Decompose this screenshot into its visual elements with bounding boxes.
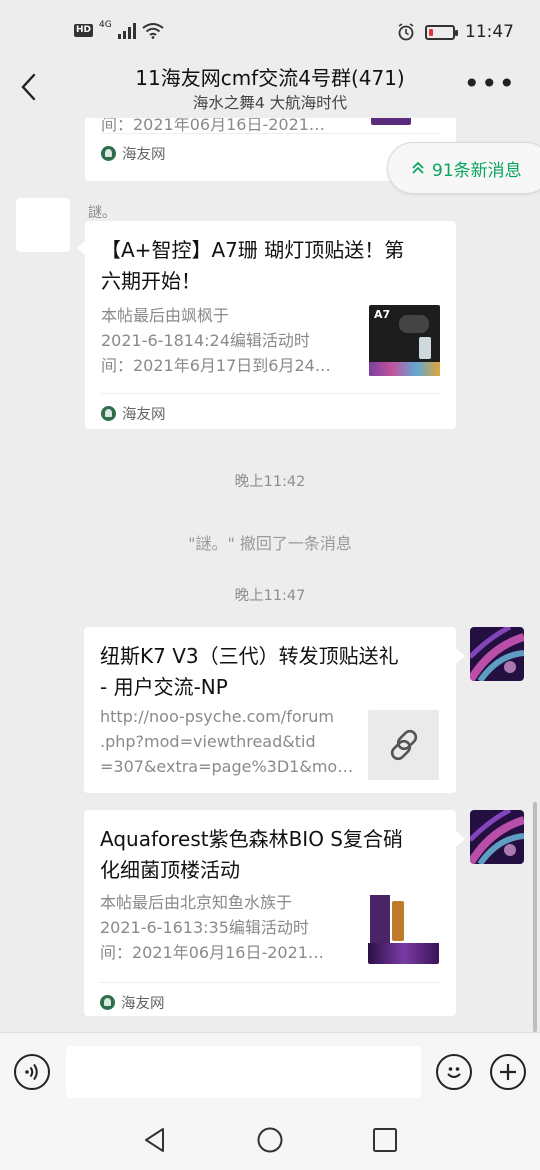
sender-name: 謎。: [88, 205, 116, 221]
card-thumbnail: [368, 893, 439, 964]
chat-subtitle: 海水之舞4 大航海时代: [192, 94, 348, 112]
status-time: 11:47: [465, 22, 514, 42]
haiyou-logo-icon: [101, 146, 116, 161]
card-source: 海友网: [100, 982, 440, 1013]
new-messages-button[interactable]: 91条新消息: [387, 142, 540, 194]
card-title-line2: - 用户交流-NP: [100, 675, 228, 699]
card-desc-line2: 2021-6-1814:24编辑活动时: [101, 331, 310, 350]
card-thumbnail: A7: [369, 305, 440, 376]
avatar-image: [470, 810, 524, 864]
message-card-np[interactable]: 纽斯K7 V3（三代）转发顶贴送礼 - 用户交流-NP http://noo-p…: [84, 627, 456, 793]
link-icon: [390, 729, 417, 761]
card-desc-line3: 间：2021年6月17日到6月24…: [101, 356, 331, 375]
thumb-device: [399, 315, 429, 333]
system-nav-bar: [0, 1110, 540, 1170]
nav-back-icon[interactable]: [141, 1126, 169, 1154]
card-desc-line2: .php?mod=viewthread&tid: [100, 732, 316, 751]
chat-header: 11海友网cmf交流4号群(471) 海水之舞4 大航海时代 •••: [0, 62, 540, 118]
voice-button[interactable]: [14, 1054, 50, 1090]
card-source-label: 海友网: [121, 996, 165, 1012]
voice-icon: [25, 1063, 38, 1081]
message-card-a7[interactable]: 【A+智控】A7珊 瑚灯顶贴送！第 六期开始！ 本帖最后由飒枫于 2021-6-…: [85, 221, 456, 429]
thumb-coral: [369, 362, 440, 376]
card-title: Aquaforest紫色森林BIO S复合硝: [100, 827, 403, 851]
new-messages-label: 91条新消息: [432, 160, 522, 181]
avatar[interactable]: [16, 198, 70, 252]
battery-icon: [425, 24, 458, 40]
card-title: 纽斯K7 V3（三代）转发顶贴送礼: [100, 644, 399, 668]
card-source: 海友网: [101, 393, 440, 424]
bubble-tail: [456, 831, 465, 847]
card-desc-line3: 间：2021年06月16日-2021…: [100, 943, 324, 962]
emoji-button[interactable]: [436, 1054, 472, 1090]
scrollbar[interactable]: [533, 802, 537, 1032]
avatar[interactable]: [470, 810, 524, 864]
thumb-bottle: [392, 901, 404, 941]
card-desc-line3: =307&extra=page%3D1&mo…: [100, 757, 354, 776]
card-source-label: 海友网: [122, 147, 166, 163]
network-type: 4G: [99, 19, 112, 30]
double-chevron-up-icon: [412, 161, 424, 174]
timestamp: 晚上11:42: [234, 474, 306, 490]
status-right: 11:47: [397, 22, 514, 42]
signal-icon: [117, 22, 136, 39]
alarm-icon: [398, 23, 414, 41]
card-source-label: 海友网: [122, 407, 166, 423]
chat-area[interactable]: 间：2021年06月16日-2021… 海友网 91条新消息 謎。 【A+智控】…: [0, 118, 540, 1032]
timestamp: 晚上11:47: [234, 588, 306, 604]
card-title-line2: 六期开始！: [101, 269, 201, 293]
plus-button[interactable]: [490, 1054, 526, 1090]
nav-home-icon[interactable]: [256, 1126, 284, 1154]
chat-title: 11海友网cmf交流4号群(471): [135, 66, 405, 90]
card-title: 【A+智控】A7珊 瑚灯顶贴送！第: [101, 238, 405, 262]
status-bar: HD 4G 11:47: [0, 0, 540, 62]
message-input[interactable]: [66, 1046, 421, 1098]
thumb-box: [370, 895, 390, 943]
thumb-label: A7: [374, 308, 391, 321]
avatar-image: [470, 627, 524, 681]
link-thumbnail: [368, 710, 439, 780]
plus-icon: [500, 1064, 516, 1080]
status-left: HD 4G: [74, 19, 164, 39]
emoji-icon: [447, 1067, 461, 1078]
card-desc: 本帖最后由飒枫于: [101, 306, 230, 325]
card-desc: 本帖最后由北京知鱼水族于: [100, 893, 293, 912]
haiyou-logo-icon: [101, 406, 116, 421]
card-thumbnail: [371, 118, 411, 125]
wifi-icon: [142, 23, 164, 39]
thumb-banner: [368, 943, 439, 964]
more-icon[interactable]: •••: [463, 70, 516, 98]
card-desc: http://noo-psyche.com/forum: [100, 707, 334, 726]
message-card-aquaforest[interactable]: Aquaforest紫色森林BIO S复合硝 化细菌顶楼活动 本帖最后由北京知鱼…: [84, 810, 456, 1016]
thumb-phone: [419, 337, 431, 359]
recall-notice: "謎。" 撤回了一条消息: [188, 534, 352, 553]
avatar[interactable]: [470, 627, 524, 681]
hd-badge: HD: [74, 24, 94, 37]
nav-recents-icon[interactable]: [371, 1126, 399, 1154]
bubble-tail: [456, 648, 465, 664]
haiyou-logo-icon: [100, 995, 115, 1010]
card-title-line2: 化细菌顶楼活动: [100, 858, 240, 882]
input-bar: [0, 1032, 540, 1110]
card-desc-line2: 2021-6-1613:35编辑活动时: [100, 918, 309, 937]
